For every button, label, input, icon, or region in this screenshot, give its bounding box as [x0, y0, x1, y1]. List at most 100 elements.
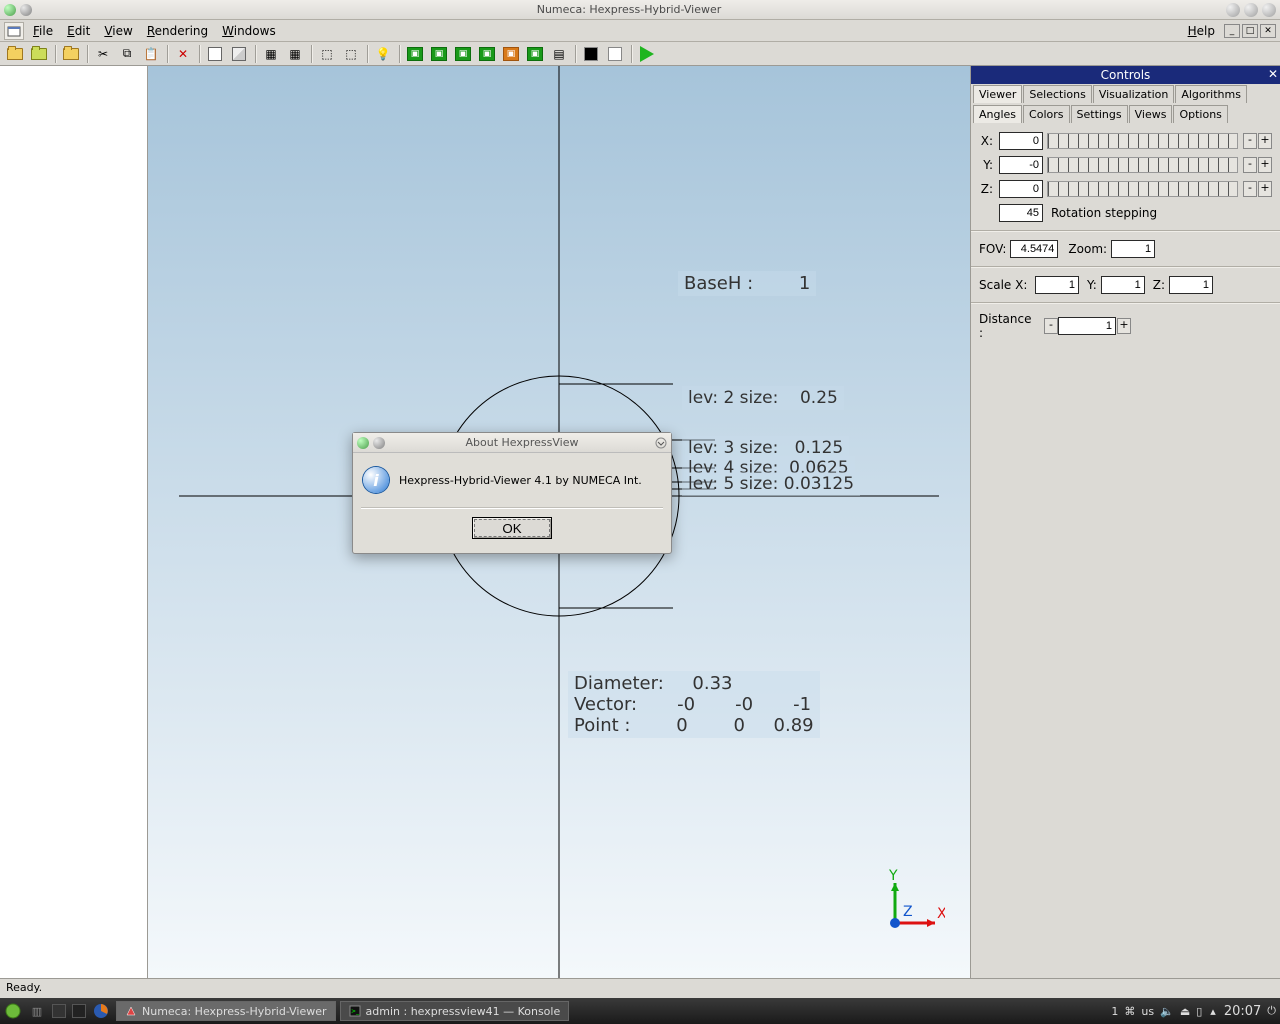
svg-text:Y: Y: [888, 868, 898, 884]
start-button[interactable]: [4, 1002, 22, 1020]
desktop2-icon[interactable]: [72, 1004, 86, 1018]
menu-view[interactable]: View: [97, 22, 139, 40]
paste-button[interactable]: 📋: [140, 44, 162, 64]
scalez-input[interactable]: [1169, 276, 1213, 294]
distance-input[interactable]: [1058, 317, 1116, 335]
play-button[interactable]: [636, 44, 658, 64]
m1-button[interactable]: ⬚: [316, 44, 338, 64]
chip5-button[interactable]: ▣: [500, 44, 522, 64]
delete-button[interactable]: ✕: [172, 44, 194, 64]
menu-help[interactable]: Help: [1181, 22, 1222, 40]
angle-z-plus[interactable]: +: [1258, 181, 1272, 197]
chip2-button[interactable]: ▣: [428, 44, 450, 64]
menu-rendering[interactable]: Rendering: [140, 22, 215, 40]
tab-visualization[interactable]: Visualization: [1093, 85, 1174, 103]
workspace-number[interactable]: 1: [1111, 1005, 1118, 1018]
appmenu-icon[interactable]: [4, 22, 24, 40]
tray-volume-icon[interactable]: 🔈: [1160, 1005, 1174, 1018]
distance-minus[interactable]: -: [1044, 318, 1058, 334]
chip7-button[interactable]: ▤: [548, 44, 570, 64]
angle-y-input[interactable]: [999, 156, 1043, 174]
scalex-input[interactable]: [1035, 276, 1079, 294]
chip6-button[interactable]: ▣: [524, 44, 546, 64]
save-button[interactable]: [28, 44, 50, 64]
tray-clock[interactable]: 20:07: [1224, 1004, 1261, 1019]
status-bar: Ready.: [0, 978, 1280, 996]
maximize-button[interactable]: [1244, 3, 1258, 17]
inner-maximize-button[interactable]: □: [1242, 24, 1258, 38]
scalex-label: Scale X:: [979, 278, 1031, 292]
tray-logout-icon[interactable]: ⏻: [1267, 1004, 1276, 1018]
tab-selections[interactable]: Selections: [1023, 85, 1091, 103]
tray-layout[interactable]: us: [1141, 1005, 1154, 1018]
tray-bluetooth-icon[interactable]: ⌘: [1124, 1005, 1135, 1018]
menu-edit[interactable]: Edit: [60, 22, 97, 40]
zoom-input[interactable]: [1111, 240, 1155, 258]
chip3-button[interactable]: ▣: [452, 44, 474, 64]
zoom-label: Zoom:: [1068, 242, 1107, 256]
open-button[interactable]: [4, 44, 26, 64]
controls-close-icon[interactable]: ✕: [1268, 67, 1278, 81]
about-dialog: About HexpressView i Hexpress-Hybrid-Vie…: [352, 432, 672, 554]
firefox-icon[interactable]: [92, 1002, 110, 1020]
angle-y-minus[interactable]: -: [1243, 157, 1257, 173]
tab-algorithms[interactable]: Algorithms: [1175, 85, 1247, 103]
angle-x-input[interactable]: [999, 132, 1043, 150]
tab-angles[interactable]: Angles: [973, 105, 1022, 123]
view-list-button[interactable]: [204, 44, 226, 64]
fov-label: FOV:: [979, 242, 1006, 256]
tab-views[interactable]: Views: [1129, 105, 1173, 123]
scaley-input[interactable]: [1101, 276, 1145, 294]
grid2-button[interactable]: ▦: [284, 44, 306, 64]
open2-button[interactable]: [60, 44, 82, 64]
svg-text:X: X: [937, 906, 945, 922]
distance-plus[interactable]: +: [1117, 318, 1131, 334]
angle-z-slider[interactable]: [1047, 181, 1238, 197]
copy-button[interactable]: ⧉: [116, 44, 138, 64]
menu-file[interactable]: File: [26, 22, 60, 40]
angle-x-slider[interactable]: [1047, 133, 1238, 149]
menu-windows[interactable]: Windows: [215, 22, 283, 40]
axis-indicator: X Y Z: [865, 868, 945, 948]
toolbar: ✂ ⧉ 📋 ✕ ▦ ▦ ⬚ ⬚ 💡 ▣ ▣ ▣ ▣ ▣ ▣ ▤: [0, 42, 1280, 66]
angle-x-minus[interactable]: -: [1243, 133, 1257, 149]
tray-eject-icon[interactable]: ⏏: [1180, 1005, 1190, 1018]
view-cube-button[interactable]: [228, 44, 250, 64]
tray-showdesktop-icon[interactable]: ▯: [1196, 1005, 1202, 1018]
angle-z-label: Z:: [979, 182, 993, 196]
bulb-button[interactable]: 💡: [372, 44, 394, 64]
desktop1-icon[interactable]: [52, 1004, 66, 1018]
angle-x-plus[interactable]: +: [1258, 133, 1272, 149]
task-konsole[interactable]: >_ admin : hexpressview41 — Konsole: [340, 1001, 570, 1021]
chip4-button[interactable]: ▣: [476, 44, 498, 64]
tab-options[interactable]: Options: [1173, 105, 1227, 123]
close-button[interactable]: [1262, 3, 1276, 17]
os-taskbar: ▥ Numeca: Hexpress-Hybrid-Viewer >_ admi…: [0, 998, 1280, 1024]
inner-close-button[interactable]: ✕: [1260, 24, 1276, 38]
cut-button[interactable]: ✂: [92, 44, 114, 64]
color-white-button[interactable]: [604, 44, 626, 64]
angle-z-minus[interactable]: -: [1243, 181, 1257, 197]
svg-text:Z: Z: [903, 904, 913, 920]
color-black-button[interactable]: [580, 44, 602, 64]
activity-icon[interactable]: ▥: [28, 1002, 46, 1020]
dialog-dropdown-icon[interactable]: [655, 437, 667, 449]
fov-input[interactable]: [1010, 240, 1058, 258]
status-text: Ready.: [6, 981, 42, 994]
ok-button[interactable]: OK: [472, 517, 552, 539]
inner-minimize-button[interactable]: _: [1224, 24, 1240, 38]
tree-panel[interactable]: [0, 66, 148, 978]
grid1-button[interactable]: ▦: [260, 44, 282, 64]
tab-viewer[interactable]: Viewer: [973, 85, 1022, 103]
chip1-button[interactable]: ▣: [404, 44, 426, 64]
m2-button[interactable]: ⬚: [340, 44, 362, 64]
dialog-titlebar[interactable]: About HexpressView: [353, 433, 671, 453]
rot-step-input[interactable]: [999, 204, 1043, 222]
angle-y-slider[interactable]: [1047, 157, 1238, 173]
tab-colors[interactable]: Colors: [1023, 105, 1069, 123]
angle-z-input[interactable]: [999, 180, 1043, 198]
task-numeca[interactable]: Numeca: Hexpress-Hybrid-Viewer: [116, 1001, 336, 1021]
minimize-button[interactable]: [1226, 3, 1240, 17]
tab-settings[interactable]: Settings: [1071, 105, 1128, 123]
angle-y-plus[interactable]: +: [1258, 157, 1272, 173]
